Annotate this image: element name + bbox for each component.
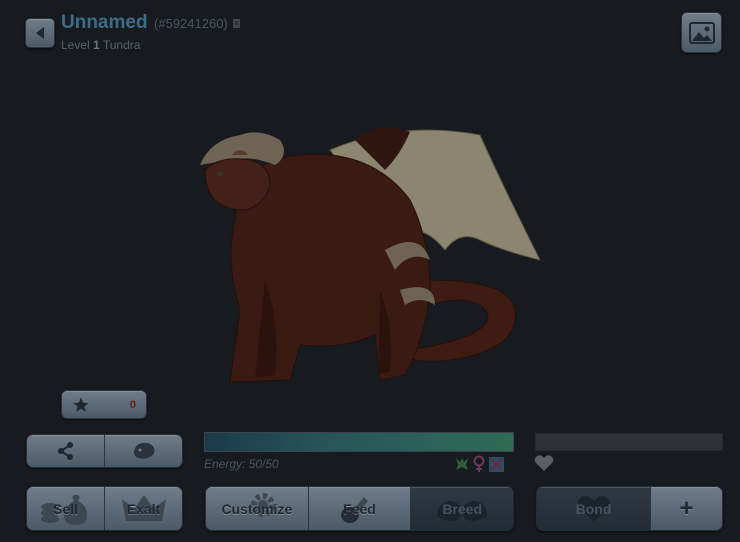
copy-id-icon[interactable] (232, 18, 241, 29)
bond-label: Bond (575, 500, 612, 517)
dragon-image (200, 127, 541, 383)
energy-bar (204, 432, 514, 452)
breed-info (454, 455, 505, 473)
sell-button[interactable]: Sell (27, 487, 104, 530)
breeding-status-icon (489, 456, 504, 472)
dragon-head (204, 158, 271, 211)
breed-button[interactable]: Breed (410, 487, 513, 530)
favorite-count: 0 (129, 398, 136, 411)
add-button[interactable]: + (650, 487, 722, 530)
level-value: 1 (93, 38, 100, 52)
share-group (26, 434, 183, 468)
dragon-head-icon (133, 442, 154, 459)
favorite-button[interactable]: 0 (61, 390, 147, 419)
star-icon (73, 397, 89, 412)
bond-button[interactable]: Bond (537, 487, 650, 530)
dragon-id: (#59241260) (154, 16, 228, 31)
customize-label: Customize (221, 500, 293, 517)
picture-frame-icon (688, 21, 715, 44)
share-icon (57, 442, 73, 460)
level-label: Level (61, 38, 90, 52)
exalt-label: Exalt (126, 500, 161, 517)
female-gender-icon (473, 455, 485, 472)
customize-button[interactable]: Customize (206, 487, 308, 530)
heart-icon (534, 455, 554, 471)
bond-bar (535, 433, 723, 451)
breed-label: Breed (442, 500, 483, 517)
dragon-profile-button[interactable] (104, 435, 182, 467)
plus-icon: + (679, 494, 694, 522)
bond-group: Bond + (536, 486, 723, 531)
feed-label: Feed (343, 500, 376, 517)
share-button[interactable] (27, 435, 104, 467)
care-action-group: Customize Feed Breed (205, 486, 514, 531)
dragon-subtitle: Level 1 Tundra (61, 38, 140, 52)
sell-exalt-group: Sell Exalt (26, 486, 183, 531)
feed-button[interactable]: Feed (307, 487, 411, 530)
sell-label: Sell (53, 500, 78, 517)
dragon-title: Unnamed (#59241260) (61, 12, 241, 34)
dragon-name[interactable]: Unnamed (61, 12, 148, 33)
scene-button[interactable] (681, 12, 722, 53)
back-button[interactable] (25, 18, 55, 48)
back-arrow-icon (36, 27, 44, 39)
exalt-button[interactable]: Exalt (104, 487, 182, 530)
energy-label: Energy: 50/50 (204, 457, 279, 471)
breed-name: Tundra (102, 38, 141, 52)
nature-element-icon (456, 458, 468, 470)
